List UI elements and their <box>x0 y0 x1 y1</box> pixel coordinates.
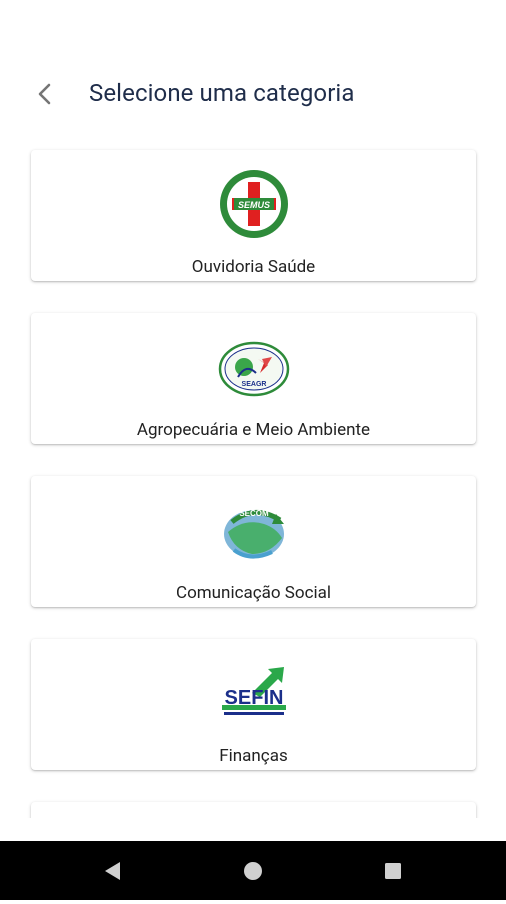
system-navigation-bar <box>0 841 506 900</box>
circle-home-icon <box>244 862 262 880</box>
square-recents-icon <box>385 863 401 879</box>
nav-recents-button[interactable] <box>363 841 423 900</box>
category-label: Agropecuária e Meio Ambiente <box>136 420 371 440</box>
category-card-comunicacao-social[interactable]: SECOM Comunicação Social <box>31 476 476 607</box>
nav-home-button[interactable] <box>223 841 283 900</box>
triangle-back-icon <box>105 862 120 880</box>
header: Selecione uma categoria <box>0 62 506 128</box>
category-label: Ouvidoria Saúde <box>191 257 316 277</box>
svg-text:SECOM: SECOM <box>239 509 269 518</box>
secom-logo-icon: SECOM <box>223 509 284 559</box>
category-list: Selecione uma categoria SEMUS Ouvidoria … <box>0 0 506 818</box>
seagr-logo-icon: SEAGR <box>218 341 289 397</box>
back-button[interactable] <box>30 76 62 112</box>
sefin-logo-icon: SEFIN <box>221 667 286 715</box>
semus-logo-icon: SEMUS <box>219 170 288 238</box>
page-title: Selecione uma categoria <box>89 79 355 107</box>
category-card-agropecuaria[interactable]: SEAGR Agropecuária e Meio Ambiente <box>31 313 476 444</box>
nav-back-button[interactable] <box>82 841 142 900</box>
category-label: Comunicação Social <box>176 583 331 603</box>
category-card-ouvidoria-saude[interactable]: SEMUS Ouvidoria Saúde <box>31 150 476 281</box>
category-label: Finanças <box>219 746 288 766</box>
category-card-financas[interactable]: SEFIN Finanças <box>31 639 476 770</box>
svg-text:SEMUS: SEMUS <box>237 200 269 210</box>
svg-text:SEFIN: SEFIN <box>224 687 283 709</box>
chevron-left-icon <box>38 83 51 105</box>
category-card-partial[interactable] <box>31 802 476 818</box>
svg-text:SEAGR: SEAGR <box>241 381 266 388</box>
